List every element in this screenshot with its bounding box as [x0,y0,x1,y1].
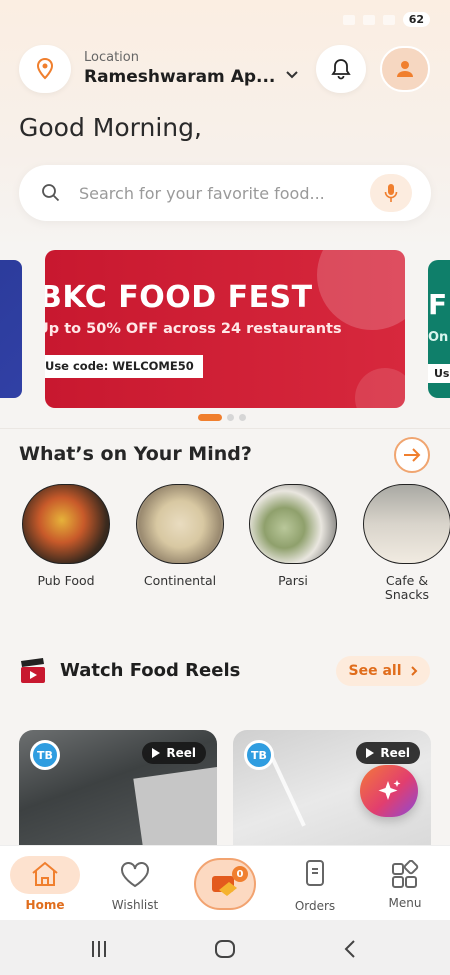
grid-icon [392,859,419,888]
nav-label: Home [25,898,65,912]
reel-badge-label: Reel [380,746,410,760]
play-icon [366,748,375,758]
nav-label: Orders [294,899,336,913]
carousel-dot[interactable] [239,414,246,421]
signal-icon [382,14,395,25]
clapperboard-icon [21,658,45,683]
notification-button[interactable] [316,45,366,93]
carousel-dot-active[interactable] [198,414,222,421]
system-navigation-bar [0,920,450,975]
reel-card[interactable]: TB Reel [19,730,217,860]
wifi-icon [362,14,375,25]
banner-next[interactable]: F On o Use [428,260,450,398]
nav-menu[interactable]: Menu [365,846,445,910]
reel-badge-label: Reel [166,746,196,760]
greeting-text: Good Morning, [19,113,202,142]
category-label: Parsi [278,573,308,588]
recent-apps-icon[interactable] [90,940,108,958]
location-pin-button[interactable] [19,45,71,93]
sparkle-icon [378,780,401,800]
banner-promo-code: Use code: WELCOME50 [45,355,203,378]
reel-avatar: TB [30,740,60,770]
category-label: Pub Food [37,573,95,588]
category-pub-food[interactable]: Pub Food [21,484,111,588]
banner-next-title: F [428,288,448,321]
reel-avatar: TB [244,740,274,770]
location-selector[interactable]: Rameshwaram Ap... [84,67,275,87]
nav-wishlist[interactable]: Wishlist [95,846,175,912]
category-label: Continental [143,573,217,588]
banner-bkc-food-fest[interactable]: BKC FOOD FEST Up to 50% OFF across 24 re… [45,250,405,408]
nav-label: Wishlist [111,898,159,912]
category-image [136,484,224,564]
category-image [22,484,110,564]
microphone-icon [384,184,398,202]
voice-search-button[interactable] [370,174,412,212]
category-image [363,484,450,564]
see-all-label: See all [348,663,402,679]
location-pin-icon [36,58,54,80]
arrow-right-icon [404,448,421,462]
banner-decoration [355,368,405,408]
see-all-reels-button[interactable]: See all [336,656,430,686]
carousel-dot[interactable] [227,414,234,421]
search-bar[interactable] [19,165,431,221]
chevron-right-icon [410,666,417,676]
mind-see-more-button[interactable] [394,437,430,473]
nav-orders[interactable]: Orders [275,846,355,913]
carousel-indicator [198,414,246,421]
banner-next-subtitle: On o [428,330,450,345]
banner-title: BKC FOOD FEST [45,280,313,315]
mute-icon [342,14,355,25]
category-cafe-snacks[interactable]: Cafe & Snacks [362,484,450,602]
category-continental[interactable]: Continental [135,484,225,588]
banner-next-code: Use [428,364,450,383]
reel-badge: Reel [356,742,420,764]
reel-badge: Reel [142,742,206,764]
ai-assistant-button[interactable] [360,765,418,817]
orders-icon [306,860,324,886]
chevron-down-icon[interactable] [285,70,299,80]
home-icon [32,861,58,886]
banner-decoration [317,250,405,330]
search-input[interactable] [79,177,369,209]
user-icon [397,61,413,77]
battery-indicator: 62 [402,12,430,27]
play-icon [152,748,161,758]
profile-button[interactable] [380,46,430,92]
category-label: Cafe & Snacks [384,573,430,602]
nav-home[interactable]: Home [5,846,85,912]
nav-cart-button[interactable]: 0 [194,858,256,910]
heart-icon [121,862,149,888]
status-bar: 62 [0,0,450,40]
category-image [249,484,337,564]
section-title-reels: Watch Food Reels [60,660,241,681]
section-title-mind: What’s on Your Mind? [19,443,252,465]
section-divider [0,428,450,429]
banner-previous[interactable] [0,260,22,398]
back-icon[interactable] [343,939,357,959]
bell-icon [331,59,351,80]
status-icons: 62 [342,12,430,27]
banner-subtitle: Up to 50% OFF across 24 restaurants [45,321,342,337]
search-icon [42,184,60,202]
category-parsi[interactable]: Parsi [248,484,338,588]
home-system-icon[interactable] [214,939,236,959]
nav-label: Menu [388,896,422,910]
cart-count-badge: 0 [232,866,248,882]
bottom-navigation: Home Wishlist 0 Orders Menu [0,845,450,920]
location-label: Location [84,50,139,65]
offer-carousel[interactable]: BKC FOOD FEST Up to 50% OFF across 24 re… [0,248,450,413]
